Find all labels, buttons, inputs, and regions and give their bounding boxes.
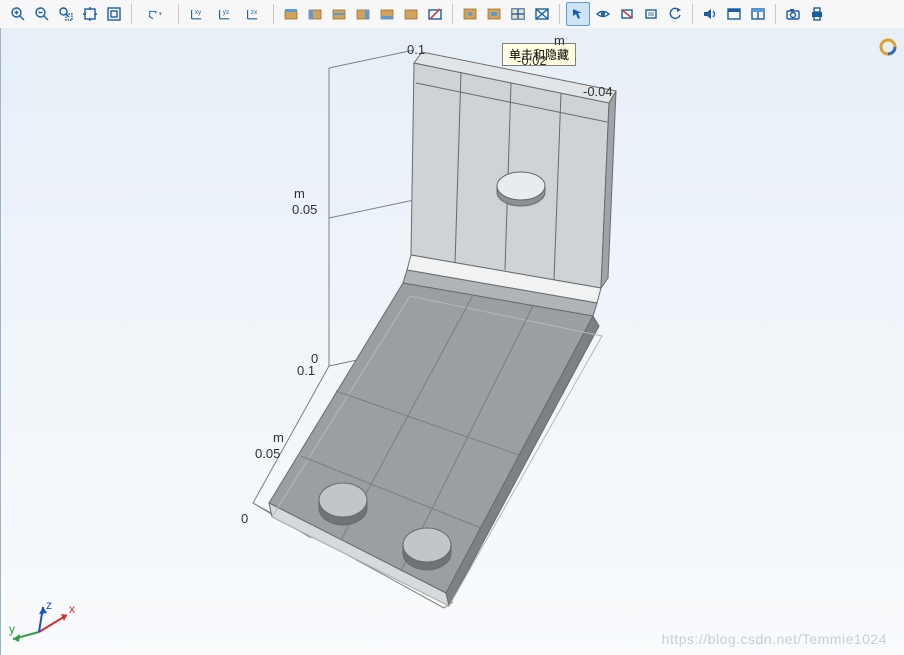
toolbar-separator	[273, 4, 274, 24]
model-3d-scene	[1, 28, 904, 655]
plane-zx-icon[interactable]: zx	[241, 3, 267, 25]
y-tick-2: -0.04	[583, 84, 613, 99]
show-eye-icon[interactable]	[592, 3, 614, 25]
select-obj1-icon[interactable]	[304, 3, 326, 25]
render-wire-icon[interactable]	[507, 3, 529, 25]
graphics-viewport[interactable]: 单击和隐藏	[0, 28, 904, 655]
svg-text:zx: zx	[251, 9, 258, 16]
hide-selected-icon[interactable]	[616, 3, 638, 25]
select-obj5-icon[interactable]	[400, 3, 422, 25]
print-icon[interactable]	[806, 3, 828, 25]
camera-icon[interactable]	[782, 3, 804, 25]
zoom-box-icon[interactable]	[55, 3, 77, 25]
toolbar-separator	[559, 4, 560, 24]
zoom-selected-icon[interactable]	[103, 3, 125, 25]
z-tick-2: 0.05	[292, 202, 317, 217]
svg-text:x: x	[69, 602, 75, 616]
select-obj2-icon[interactable]	[328, 3, 350, 25]
orbit-dropdown-icon[interactable]	[138, 3, 172, 25]
svg-text:xy: xy	[195, 9, 202, 16]
toolbar-separator	[692, 4, 693, 24]
select-obj4-icon[interactable]	[376, 3, 398, 25]
x-tick-0-top: 0.1	[297, 363, 315, 378]
svg-text:y: y	[9, 622, 15, 636]
plane-yz-icon[interactable]: yz	[213, 3, 239, 25]
y-tick-1: -0.02	[517, 53, 547, 68]
graphics-toolbar: xy yz zx	[0, 0, 904, 29]
zoom-extents-icon[interactable]	[79, 3, 101, 25]
orientation-triad-icon: x y z	[9, 587, 89, 647]
sound-icon[interactable]	[699, 3, 721, 25]
zoom-out-icon[interactable]	[31, 3, 53, 25]
view-window-2-icon[interactable]	[747, 3, 769, 25]
render-trans-icon[interactable]	[531, 3, 553, 25]
plane-xy-icon[interactable]: xy	[185, 3, 211, 25]
x-tick-mid: 0.05	[255, 446, 280, 461]
y-unit: m	[554, 33, 565, 48]
svg-text:z: z	[46, 598, 52, 612]
select-box-icon[interactable]	[280, 3, 302, 25]
render-a-icon[interactable]	[459, 3, 481, 25]
toolbar-separator	[775, 4, 776, 24]
zoom-in-icon[interactable]	[7, 3, 29, 25]
select-obj3-icon[interactable]	[352, 3, 374, 25]
render-b-icon[interactable]	[483, 3, 505, 25]
x-tick-0: 0	[241, 511, 248, 526]
z-unit: m	[294, 186, 305, 201]
select-disable-icon[interactable]	[424, 3, 446, 25]
view-window-1-icon[interactable]	[723, 3, 745, 25]
toolbar-separator	[131, 4, 132, 24]
toolbar-separator	[452, 4, 453, 24]
watermark: https://blog.csdn.net/Temmie1024	[662, 631, 887, 647]
svg-text:yz: yz	[223, 9, 229, 16]
x-unit: m	[273, 430, 284, 445]
click-and-hide-icon[interactable]	[566, 2, 590, 26]
reset-hide-icon[interactable]	[664, 3, 686, 25]
toolbar-separator	[178, 4, 179, 24]
hide-unselected-icon[interactable]	[640, 3, 662, 25]
z-tick-1: 0.1	[407, 42, 425, 57]
